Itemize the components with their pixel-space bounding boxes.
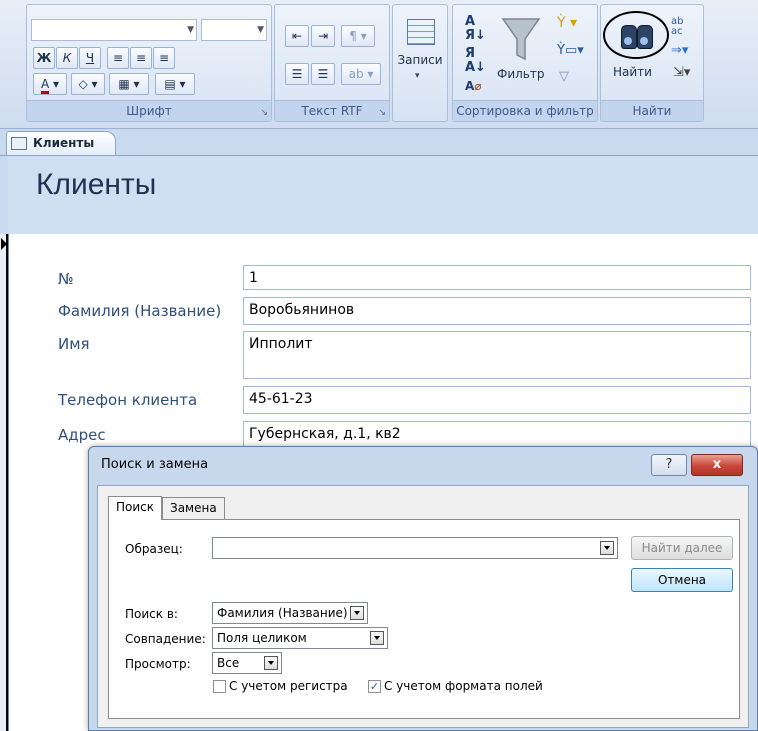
filter-button[interactable]: Фильтр [497, 67, 544, 81]
match-case-checkbox[interactable] [213, 680, 226, 693]
sort-filter-group-label: Сортировка и фильтр [453, 100, 597, 121]
alternate-row-color-icon[interactable]: ▤ ▾ [155, 73, 195, 95]
search-direction-label: Просмотр: [125, 657, 191, 671]
dialog-title: Поиск и замена [101, 457, 209, 472]
font-size-combo[interactable]: ▼ [201, 19, 267, 41]
sort-descending-icon[interactable]: Я А↓ [465, 47, 486, 75]
format-label: С учетом формата полей [384, 679, 543, 693]
look-in-value: Фамилия (Название) [217, 606, 348, 620]
numbering-icon[interactable]: ☰ [311, 63, 335, 85]
paragraph-direction-icon[interactable]: ¶ ▾ [341, 25, 375, 47]
field-label-first-name: Имя [58, 335, 90, 353]
document-tab-strip: Клиенты [0, 129, 758, 156]
go-to-icon[interactable]: ⇒▾ [671, 43, 688, 58]
records-dropdown-icon[interactable]: ▾ [415, 71, 420, 81]
font-group-label: Шрифт [27, 100, 271, 121]
underline-button[interactable]: Ч [79, 47, 101, 69]
pattern-input[interactable] [212, 537, 618, 559]
tab-replace[interactable]: Замена [162, 497, 225, 519]
format-checkbox[interactable]: ✓ [368, 680, 381, 693]
match-label: Совпадение: [125, 632, 206, 646]
find-next-button[interactable]: Найти далее [631, 536, 733, 560]
sort-ascending-icon[interactable]: А Я↓ [465, 15, 486, 43]
toggle-filter-icon[interactable]: ▽ [559, 69, 569, 84]
advanced-filter-icon[interactable]: Ỳ▭▾ [557, 43, 584, 58]
match-value: Поля целиком [217, 631, 307, 645]
tab-clients-label: Клиенты [33, 136, 95, 150]
tab-clients[interactable]: Клиенты [6, 131, 116, 155]
tab-find[interactable]: Поиск [108, 496, 163, 520]
find-tab-panel: Образец: Найти далее Отмена Поиск в: Фам… [108, 519, 740, 719]
dialog-launcher-icon[interactable]: ↘ [378, 108, 386, 118]
pattern-label: Образец: [125, 542, 183, 556]
find-group: Найти ab ac ⇒▾ ⇲▾ Найти [600, 4, 704, 122]
close-button[interactable]: x [691, 454, 743, 476]
help-button[interactable]: ? [651, 454, 687, 476]
field-label-number: № [58, 270, 74, 288]
find-group-label: Найти [601, 100, 703, 121]
first-name-field[interactable]: Ипполит [243, 331, 751, 379]
phone-field[interactable]: 45-61-23 [243, 386, 751, 414]
decrease-indent-icon[interactable]: ⇤ [285, 25, 309, 47]
font-group: ▼ ▼ Ж К Ч ≡ ≡ ≡ A ▾ ◇ ▾ ▦ ▾ ▤ ▾ Шрифт ↘ [26, 4, 272, 122]
look-in-label: Поиск в: [125, 607, 178, 621]
rtf-group-label: Текст RTF [275, 100, 389, 121]
cancel-button[interactable]: Отмена [631, 568, 733, 592]
chevron-down-icon[interactable] [370, 631, 384, 645]
align-right-icon[interactable]: ≡ [153, 47, 175, 69]
bullets-icon[interactable]: ☰ [285, 63, 309, 85]
align-left-icon[interactable]: ≡ [107, 47, 129, 69]
fill-color-icon[interactable]: ◇ ▾ [71, 73, 105, 95]
records-button[interactable]: Записи [393, 53, 447, 67]
find-replace-dialog: Поиск и замена ? x Поиск Замена Образец:… [88, 446, 758, 731]
form-title: Клиенты [36, 168, 157, 201]
highlight-circle [603, 11, 669, 59]
font-color-button[interactable]: A ▾ [33, 73, 67, 95]
match-case-label: С учетом регистра [229, 679, 348, 693]
search-direction-value: Все [217, 656, 240, 670]
rtf-group: ⇤ ⇥ ¶ ▾ ☰ ☰ ab ▾ Текст RTF ↘ [274, 4, 390, 122]
bold-button[interactable]: Ж [33, 47, 55, 69]
clear-sort-icon[interactable]: А⌀ [465, 79, 482, 93]
current-record-icon [1, 238, 7, 250]
italic-button[interactable]: К [56, 47, 78, 69]
align-center-icon[interactable]: ≡ [130, 47, 152, 69]
surname-field[interactable]: Воробьянинов [243, 297, 751, 325]
records-group: Записи ▾ [392, 4, 448, 122]
filter-icon[interactable] [501, 17, 541, 63]
chevron-down-icon[interactable] [600, 541, 614, 555]
search-direction-select[interactable]: Все [212, 652, 282, 674]
select-icon[interactable]: ⇲▾ [673, 65, 690, 80]
dialog-body: Поиск Замена Образец: Найти далее Отмена… [97, 485, 749, 728]
dialog-launcher-icon[interactable]: ↘ [260, 108, 268, 118]
find-button[interactable]: Найти [613, 65, 652, 79]
records-icon [407, 19, 435, 45]
field-label-phone: Телефон клиента [58, 391, 198, 409]
record-selector[interactable] [0, 234, 8, 731]
ribbon: ▼ ▼ Ж К Ч ≡ ≡ ≡ A ▾ ◇ ▾ ▦ ▾ ▤ ▾ Шрифт ↘ … [0, 0, 758, 129]
selection-filter-icon[interactable]: Ỳ ▾ [557, 15, 577, 31]
field-label-address: Адрес [58, 426, 106, 444]
font-name-combo[interactable]: ▼ [31, 19, 197, 41]
replace-icon[interactable]: ab ac [671, 17, 683, 37]
gridlines-icon[interactable]: ▦ ▾ [109, 73, 149, 95]
form-icon [11, 137, 27, 150]
match-select[interactable]: Поля целиком [212, 627, 388, 649]
increase-indent-icon[interactable]: ⇥ [311, 25, 335, 47]
highlight-icon[interactable]: ab ▾ [341, 63, 381, 85]
field-label-surname: Фамилия (Название) [58, 302, 222, 320]
chevron-down-icon[interactable] [264, 656, 278, 670]
number-field[interactable]: 1 [243, 265, 751, 290]
chevron-down-icon[interactable] [350, 606, 364, 620]
font-color-icon: A [40, 77, 50, 94]
sort-filter-group: А Я↓ Я А↓ А⌀ Фильтр Ỳ ▾ Ỳ▭▾ ▽ Сортировка и… [452, 4, 598, 122]
look-in-select[interactable]: Фамилия (Название) [212, 602, 368, 624]
